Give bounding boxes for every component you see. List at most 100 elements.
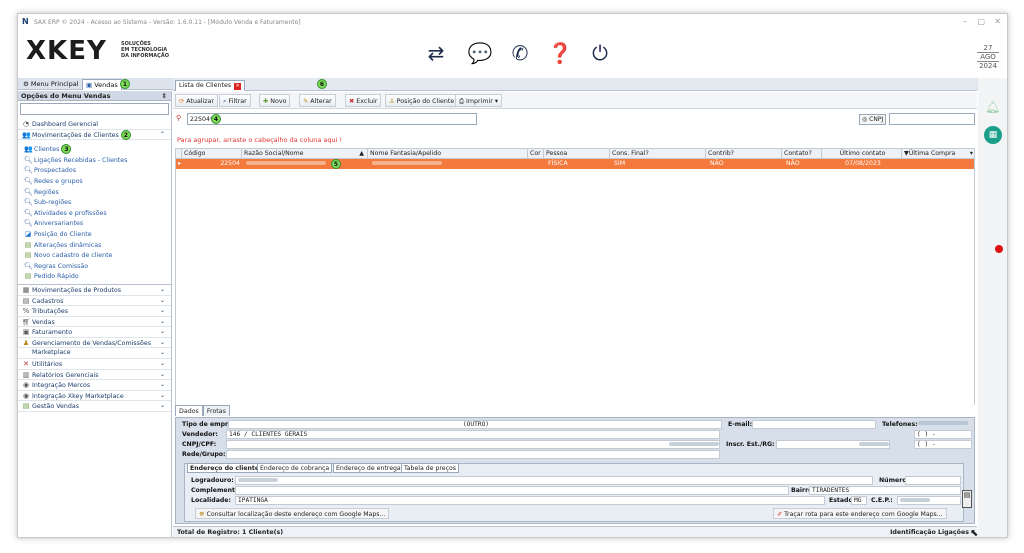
tipo-field[interactable]: (OUTRO) bbox=[228, 420, 722, 429]
numero-field[interactable] bbox=[905, 476, 961, 485]
column-header-razao-social[interactable]: Razão Social/Nome ▲ bbox=[242, 149, 368, 159]
email-field[interactable] bbox=[752, 420, 876, 429]
column-header-ultima-compra[interactable]: ▼Última Compra ▾ bbox=[902, 149, 976, 159]
sidebar-group-cadastros[interactable]: ▤ Cadastros ⌄ bbox=[18, 296, 171, 307]
sidebar-item-ligacoes[interactable]: 🔍︎Ligações Recebidas - Clientes bbox=[18, 155, 171, 166]
sidebar-group-utilitarios[interactable]: ✕ Utilitários ⌄ bbox=[18, 359, 171, 370]
cnpj-input[interactable] bbox=[889, 113, 975, 125]
cep-field[interactable] bbox=[897, 496, 961, 505]
sidebar-group-tributacoes[interactable]: % Tributações ⌄ bbox=[18, 306, 171, 317]
bell-icon[interactable]: 🔔︎ bbox=[985, 100, 1000, 114]
close-tab-icon[interactable]: ✕ bbox=[234, 83, 242, 90]
search-input[interactable]: 22504* bbox=[187, 113, 477, 125]
column-header-codigo[interactable]: Código bbox=[182, 149, 242, 159]
chat-icon[interactable]: 💬 bbox=[467, 40, 493, 66]
sidebar-item-aniversariantes[interactable]: 🔍︎Aniversariantes bbox=[18, 218, 171, 229]
vendedor-field[interactable]: 146 / CLIENTES GERAIS bbox=[226, 430, 720, 439]
localidade-field[interactable]: IPATINGA bbox=[235, 496, 825, 505]
app-header: XKEY SOLUÇÕES EM TECNOLOGIA DA INFORMAÇÃ… bbox=[18, 30, 1007, 78]
consult-maps-button[interactable]: ☸ Consultar localização deste endereço c… bbox=[195, 508, 390, 519]
help-icon[interactable]: ❓ bbox=[547, 40, 573, 66]
sidebar-item-prospectados[interactable]: 🔍︎Prospectados bbox=[18, 165, 171, 176]
sidebar-group-faturamento[interactable]: ▣ Faturamento ⌄ bbox=[18, 327, 171, 338]
call-identification[interactable]: Identificação Ligações bbox=[890, 527, 969, 537]
tab-client-list[interactable]: Lista de Clientes ✕ bbox=[175, 80, 246, 91]
column-header-pessoa[interactable]: Pessoa bbox=[544, 149, 610, 159]
new-button[interactable]: ✚ Novo bbox=[259, 94, 291, 107]
logradouro-field[interactable] bbox=[235, 476, 873, 485]
sidebar-item-atividades[interactable]: 🔍︎Atividades e profissões bbox=[18, 208, 171, 219]
search-icon: 🔍︎ bbox=[24, 187, 33, 196]
tab-frotas[interactable]: Frotas bbox=[202, 405, 230, 416]
sidebar-group-produtos[interactable]: ▦ Movimentações de Produtos ⌄ bbox=[18, 285, 171, 296]
group-by-hint: Para agrupar, arraste o cabeçalho da col… bbox=[177, 136, 343, 144]
column-header-contato[interactable]: Contato? bbox=[782, 149, 822, 159]
sidebar-item-regioes[interactable]: 🔍︎Regiões bbox=[18, 187, 171, 198]
shuffle-icon[interactable]: ⇄ bbox=[423, 40, 449, 66]
sidebar-item-pedido[interactable]: ▤ Pedido Rápido bbox=[18, 271, 171, 282]
complemento-field[interactable] bbox=[235, 486, 789, 495]
tab-main-menu[interactable]: ⚙ Menu Principal bbox=[20, 79, 82, 90]
sidebar-group-xkey-marketplace[interactable]: ◉ Integração Xkey Marketplace ⌄ bbox=[18, 391, 171, 402]
column-header-nome-fantasia[interactable]: Nome Fantasia/Apelido bbox=[368, 149, 528, 159]
cell-contato: NÃO bbox=[786, 160, 800, 167]
bairro-field[interactable]: TIRADENTES bbox=[809, 486, 961, 495]
sidebar-group-client-movements[interactable]: 👥Movimentações de Clientes 2 ⌃ bbox=[18, 129, 171, 141]
client-position-button[interactable]: ♙ Posição do Cliente bbox=[385, 94, 459, 107]
chevron-down-icon: ⌄ bbox=[159, 317, 165, 325]
column-header-cor[interactable]: Cor bbox=[528, 149, 544, 159]
power-icon[interactable]: ⏻ bbox=[587, 40, 613, 66]
tab-tabela-precos[interactable]: Tabela de preços bbox=[401, 463, 460, 473]
chevron-down-icon: ⌄ bbox=[159, 360, 165, 368]
tab-endereco-cobranca[interactable]: Endereço de cobrança bbox=[257, 463, 333, 473]
sidebar-search-input[interactable] bbox=[20, 103, 169, 115]
print-button[interactable]: ⎙ Imprimir ▾ bbox=[455, 94, 503, 107]
chevron-down-icon: ▾ bbox=[969, 150, 973, 157]
filter-button[interactable]: ⌕ Filtrar bbox=[219, 94, 251, 107]
column-header-cons-final[interactable]: Cons. Final? bbox=[610, 149, 706, 159]
tab-endereco-entrega[interactable]: Endereço de entrega bbox=[333, 463, 404, 473]
phone-field-1[interactable]: ( ) - bbox=[914, 430, 972, 439]
calendar-icon[interactable]: ▦ bbox=[984, 126, 1002, 144]
scanner-icon[interactable]: ▤ bbox=[962, 490, 972, 508]
cnpj-search-button[interactable]: ◎ CNPJ bbox=[859, 114, 887, 125]
estado-field[interactable]: MG bbox=[851, 496, 867, 505]
sidebar-item-redes[interactable]: 🔍︎Redes e grupos bbox=[18, 176, 171, 187]
table-row[interactable]: ▸ 22504 5 FÍSICA SIM NÃO NÃO 07/08/2023 bbox=[176, 159, 974, 169]
refresh-button[interactable]: ⟳ Atualizar bbox=[175, 94, 219, 107]
ie-field[interactable] bbox=[776, 440, 890, 449]
printer-icon: ⎙ bbox=[459, 98, 465, 105]
right-sidebar: 🔔︎ ▦ bbox=[978, 78, 1007, 537]
pin-icon[interactable]: ⇕ bbox=[162, 91, 167, 101]
sidebar-group-marketplace[interactable]: Marketplace ⌄ bbox=[18, 348, 171, 360]
sidebar-item-alteracoes[interactable]: ▤ Alterações dinâmicas bbox=[18, 240, 171, 251]
maximize-button[interactable]: ▢ bbox=[977, 17, 985, 26]
sidebar-item-clientes[interactable]: 👥Clientes 3 bbox=[18, 144, 171, 155]
route-maps-button[interactable]: ✐ Traçar rota para este endereço com Goo… bbox=[773, 508, 947, 519]
sidebar-item-posicao[interactable]: ◪ Posição do Cliente bbox=[18, 229, 171, 240]
tab-dados[interactable]: Dados bbox=[175, 405, 203, 416]
sidebar-item-novo-cadastro[interactable]: ▤ Novo cadastro de cliente bbox=[18, 250, 171, 261]
column-header-contrib[interactable]: Contrib? bbox=[706, 149, 782, 159]
sidebar-group-mercos[interactable]: ◉ Integração Mercos ⌄ bbox=[18, 380, 171, 391]
sidebar-group-relatorios[interactable]: ▥ Relatórios Gerenciais ⌄ bbox=[18, 370, 171, 381]
delete-button[interactable]: ✖ Excluir bbox=[345, 94, 382, 107]
sidebar-item-regras[interactable]: 🔍︎Regras Comissão bbox=[18, 261, 171, 272]
rede-field[interactable] bbox=[226, 450, 720, 459]
sidebar-item-dashboard[interactable]: ◔ Dashboard Gerencial bbox=[18, 119, 171, 130]
tab-sales[interactable]: ▣ Vendas bbox=[82, 79, 122, 90]
sidebar-item-sub-regioes[interactable]: 🔍︎Sub-regiões bbox=[18, 197, 171, 208]
cnpj-field[interactable] bbox=[226, 440, 720, 449]
minimize-button[interactable]: – bbox=[963, 17, 967, 26]
edit-button[interactable]: ✎ Alterar bbox=[299, 94, 336, 107]
column-header-ultimo-contato[interactable]: Último contato bbox=[822, 149, 902, 159]
sidebar-group-gestao[interactable]: ▤ Gestão Vendas ⌄ bbox=[18, 401, 171, 413]
whatsapp-icon[interactable]: ✆ bbox=[507, 40, 533, 66]
annotation-badge: 3 bbox=[61, 144, 72, 155]
tab-endereco-cliente[interactable]: Endereço do cliente bbox=[187, 463, 263, 473]
close-button[interactable]: ✕ bbox=[994, 17, 1001, 26]
edit-icon: ✎ bbox=[303, 98, 309, 105]
sidebar-group-vendas[interactable]: 🛒︎Vendas ⌄ bbox=[18, 317, 171, 328]
sidebar-group-comissoes[interactable]: ♟ Gerenciamento de Vendas/Comissões ⌄ bbox=[18, 338, 171, 349]
phone-field-2[interactable]: ( ) - bbox=[914, 440, 972, 449]
